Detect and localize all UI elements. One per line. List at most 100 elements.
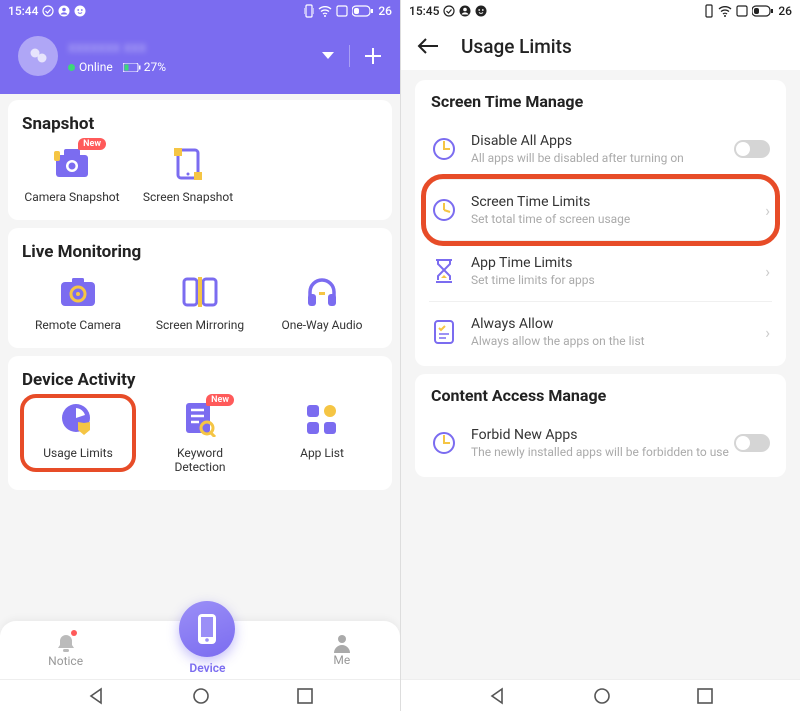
device-activity-section: Device Activity Usage Limits New Keyword… [8, 356, 392, 490]
always-allow-row[interactable]: Always Allow Always allow the apps on th… [429, 302, 772, 362]
device-dashboard-screen: 15:44 26 xxxxxxx xxx Online 27% [0, 0, 400, 711]
avatar-icon [25, 43, 51, 69]
option-title: Disable All Apps [471, 133, 734, 149]
status-bar: 15:44 26 [0, 0, 400, 22]
nav-label: Me [333, 653, 350, 667]
option-subtitle: The newly installed apps will be forbidd… [471, 445, 734, 459]
home-nav-icon[interactable] [593, 687, 611, 705]
person-icon [332, 633, 352, 653]
checklist-icon [433, 319, 455, 345]
tool-label: Camera Snapshot [24, 190, 119, 204]
screen-mirroring-button[interactable]: Screen Mirroring [150, 272, 250, 332]
forbid-new-apps-row[interactable]: Forbid New Apps The newly installed apps… [429, 413, 772, 473]
app-time-limits-row[interactable]: App Time Limits Set time limits for apps… [429, 241, 772, 302]
vibrate-icon [304, 4, 314, 18]
plus-icon[interactable] [364, 47, 382, 65]
tool-label: Keyword Detection [150, 446, 250, 474]
home-nav-icon[interactable] [192, 687, 210, 705]
wifi-icon [718, 5, 732, 17]
content-access-manage-card: Content Access Manage Forbid New Apps Th… [415, 374, 786, 477]
section-title: Live Monitoring [22, 242, 378, 262]
dropdown-icon[interactable] [321, 51, 335, 61]
document-search-icon [184, 403, 216, 437]
screen-time-limits-row[interactable]: Screen Time Limits Set total time of scr… [429, 180, 772, 241]
tool-label: Screen Mirroring [156, 318, 244, 332]
username: xxxxxxx xxx [68, 38, 321, 56]
android-nav-bar [401, 679, 800, 711]
check-circle-icon [42, 5, 54, 17]
option-subtitle: Set time limits for apps [471, 273, 765, 287]
live-monitoring-section: Live Monitoring Remote Camera Screen Mir… [8, 228, 392, 348]
new-badge: New [206, 394, 234, 406]
phone-icon [196, 614, 218, 644]
status-time: 15:44 [8, 4, 38, 18]
app-list-button[interactable]: App List [272, 400, 372, 474]
hourglass-icon [433, 258, 455, 284]
wifi-icon [318, 5, 332, 17]
chevron-right-icon: › [765, 323, 770, 342]
keyword-detection-button[interactable]: New Keyword Detection [150, 400, 250, 474]
android-nav-bar [0, 679, 400, 711]
status-battery: 26 [778, 4, 792, 18]
nav-me[interactable]: Me [332, 633, 352, 667]
usage-limits-screen: 15:45 26 Usage Limits Screen Time Manage… [400, 0, 800, 711]
usage-limits-button[interactable]: Usage Limits [28, 400, 128, 474]
option-title: App Time Limits [471, 255, 765, 271]
user-circle-icon [459, 5, 471, 17]
remote-camera-button[interactable]: Remote Camera [28, 272, 128, 332]
nav-label: Notice [48, 654, 83, 668]
sim-icon [736, 5, 748, 17]
battery-icon [752, 5, 774, 17]
back-nav-icon[interactable] [87, 687, 105, 705]
nav-notice[interactable]: Notice [48, 632, 83, 668]
status-bar: 15:45 26 [401, 0, 800, 22]
disable-all-apps-row[interactable]: Disable All Apps All apps will be disabl… [429, 119, 772, 180]
snapshot-section: Snapshot New Camera Snapshot Screen Snap… [8, 100, 392, 220]
online-status: Online [68, 60, 113, 74]
app-grid-icon [307, 405, 337, 435]
vibrate-icon [704, 4, 714, 18]
recent-nav-icon[interactable] [297, 688, 313, 704]
tool-label: App List [300, 446, 344, 460]
nav-center-button [179, 601, 235, 657]
disable-all-apps-toggle[interactable] [734, 140, 770, 158]
forbid-new-apps-toggle[interactable] [734, 434, 770, 452]
back-arrow-icon[interactable] [417, 37, 439, 55]
screen-icon [174, 148, 202, 180]
option-title: Screen Time Limits [471, 194, 765, 210]
smiley-icon [74, 5, 86, 17]
screen-snapshot-button[interactable]: Screen Snapshot [138, 144, 238, 204]
camera-snapshot-button[interactable]: New Camera Snapshot [22, 144, 122, 204]
tool-label: Screen Snapshot [143, 190, 233, 204]
section-title: Content Access Manage [429, 386, 772, 405]
user-circle-icon [58, 5, 70, 17]
recent-nav-icon[interactable] [697, 688, 713, 704]
page-title: Usage Limits [461, 35, 572, 58]
avatar[interactable] [18, 36, 58, 76]
tool-label: Remote Camera [35, 318, 121, 332]
option-title: Always Allow [471, 316, 765, 332]
bottom-nav: Notice Device Me [0, 621, 400, 679]
section-title: Snapshot [22, 114, 378, 134]
chevron-right-icon: › [765, 262, 770, 281]
mirror-icon [182, 277, 218, 307]
status-battery: 26 [378, 4, 392, 18]
device-battery: 27% [123, 60, 166, 74]
headphones-icon [306, 276, 338, 308]
nav-device[interactable]: Device [179, 625, 235, 675]
one-way-audio-button[interactable]: One-Way Audio [272, 272, 372, 332]
chevron-right-icon: › [765, 201, 770, 220]
disable-clock-icon [432, 137, 456, 161]
option-subtitle: All apps will be disabled after turning … [471, 151, 734, 165]
forbid-clock-icon [432, 431, 456, 455]
page-header: Usage Limits [401, 22, 800, 70]
profile-header: xxxxxxx xxx Online 27% [0, 22, 400, 94]
back-nav-icon[interactable] [488, 687, 506, 705]
tool-label: One-Way Audio [281, 318, 362, 332]
battery-icon [352, 5, 374, 17]
section-title: Screen Time Manage [429, 92, 772, 111]
section-title: Device Activity [22, 370, 378, 390]
remote-camera-icon [61, 278, 95, 306]
check-circle-icon [443, 5, 455, 17]
nav-label: Device [189, 661, 225, 675]
